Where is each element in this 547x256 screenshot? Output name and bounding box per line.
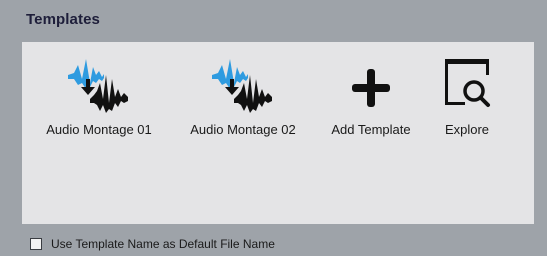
explore-button[interactable]: Explore <box>432 42 502 182</box>
template-label: Audio Montage 02 <box>190 122 296 137</box>
template-audio-montage-01[interactable]: Audio Montage 01 <box>32 42 166 182</box>
template-label: Audio Montage 01 <box>46 122 152 137</box>
explore-label: Explore <box>444 122 490 137</box>
plus-icon <box>336 53 406 113</box>
use-template-name-label: Use Template Name as Default File Name <box>51 237 275 251</box>
templates-area: Audio Montage 01 Audio Montage 02 Add Te… <box>22 42 534 224</box>
default-file-name-option[interactable]: Use Template Name as Default File Name <box>30 236 275 252</box>
add-template-button[interactable]: Add Template <box>318 42 424 182</box>
add-template-label: Add Template <box>331 122 411 137</box>
explore-search-icon <box>432 53 502 113</box>
template-audio-montage-02[interactable]: Audio Montage 02 <box>174 42 312 182</box>
templates-panel-title: Templates <box>26 11 100 28</box>
audio-montage-icon <box>208 53 278 113</box>
audio-montage-icon <box>64 53 134 113</box>
use-template-name-checkbox[interactable] <box>30 238 42 250</box>
